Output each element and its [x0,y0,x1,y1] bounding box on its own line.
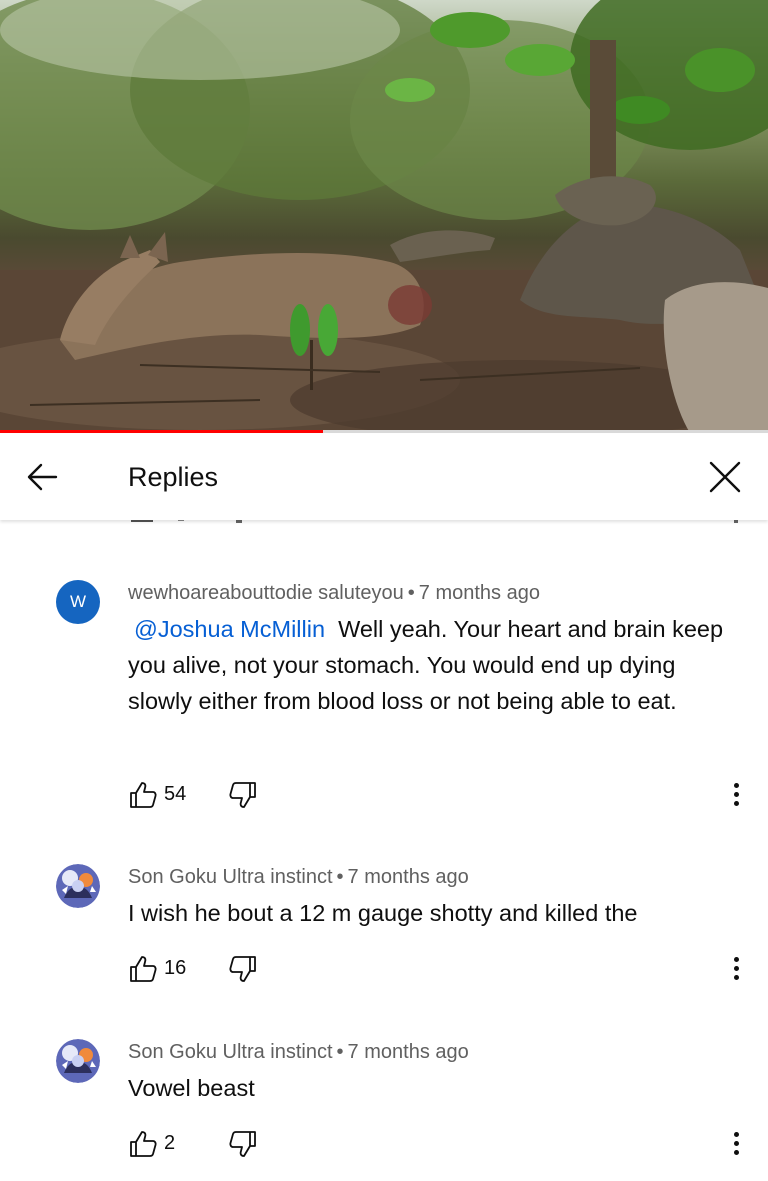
dot [733,957,739,962]
close-icon [709,461,741,493]
dot [733,801,739,806]
comment-author[interactable]: wewhoareabouttodie saluteyou [128,582,404,604]
comment-meta: wewhoareabouttodie saluteyou • 7 months ag… [128,582,540,605]
thumbs-down-icon [229,1131,256,1157]
more-options-button[interactable] [724,954,748,988]
comment-time[interactable]: 7 months ago [348,1041,469,1063]
avatar[interactable] [56,1039,100,1083]
video-frame [0,0,768,433]
like-count: 2 [164,1132,176,1154]
thumbs-down-icon [229,956,256,982]
dot [733,1150,739,1155]
replies-header: Replies [0,434,768,520]
comment-meta: Son Goku Ultra instinct • 7 months ago [128,1041,469,1064]
close-button[interactable] [702,454,748,500]
avatar[interactable] [56,864,100,908]
back-button[interactable] [20,454,66,500]
more-options-button[interactable] [724,1129,748,1163]
thumbs-up-icon [130,956,157,982]
separator-dot: • [407,582,415,604]
more-options-button[interactable] [724,780,748,814]
video-progress-fill [0,430,323,433]
dislike-button[interactable] [228,780,258,810]
video-player[interactable] [0,0,768,433]
dot [733,792,739,797]
like-button[interactable] [128,1129,158,1159]
comment-body: I wish he bout a 12 m gauge shotty and k… [128,900,638,926]
avatar[interactable]: W [56,580,100,624]
video-progress-bar[interactable] [0,430,768,433]
dot [733,783,739,788]
arrow-left-icon [27,463,58,491]
separator-dot: • [336,1041,344,1063]
comment-actions: 16 [128,954,748,988]
comment-text: @Joshua McMillin Well yeah. Your heart a… [128,611,743,719]
dot [733,966,739,971]
separator-dot: • [336,866,344,888]
comment-time[interactable]: 7 months ago [419,582,540,604]
mention-link[interactable]: @Joshua McMillin [134,616,325,642]
thumbs-up-icon [130,1131,157,1157]
dot [733,1141,739,1146]
like-button[interactable] [128,954,158,984]
thumbs-up-icon [130,782,157,808]
dislike-button[interactable] [228,1129,258,1159]
comment-author[interactable]: Son Goku Ultra instinct [128,866,333,888]
dot [733,975,739,980]
comment-time[interactable]: 7 months ago [348,866,469,888]
avatar-image [56,864,100,908]
comment-actions: 2 [128,1129,748,1163]
thumbs-down-icon [229,782,256,808]
avatar-image [56,1039,100,1083]
comment-actions: 54 [128,780,748,814]
comment-author[interactable]: Son Goku Ultra instinct [128,1041,333,1063]
dot [733,1132,739,1137]
like-button[interactable] [128,780,158,810]
like-count: 54 [164,783,187,805]
comment-meta: Son Goku Ultra instinct • 7 months ago [128,866,469,889]
dislike-button[interactable] [228,954,258,984]
page-title: Replies [128,462,219,492]
like-count: 16 [164,957,187,979]
comment-body: Vowel beast [128,1075,255,1101]
